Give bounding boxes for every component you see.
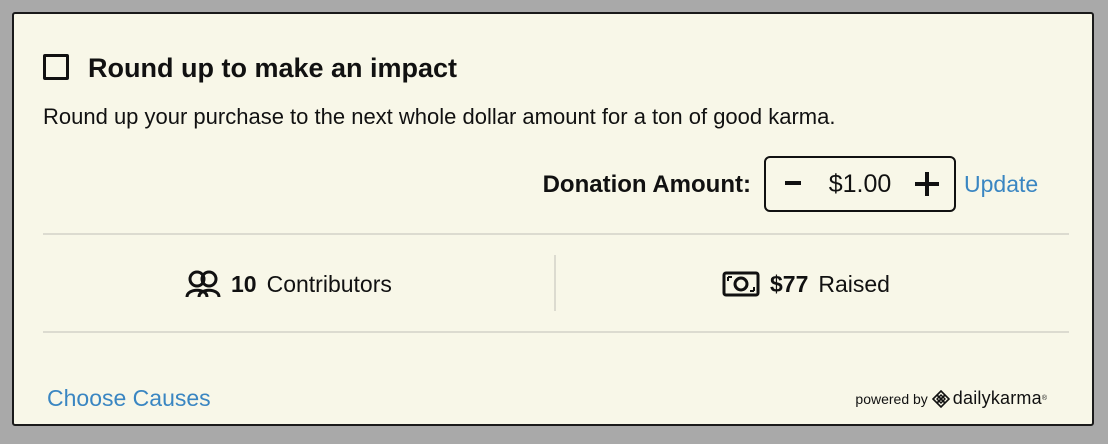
divider-vertical (554, 255, 556, 311)
dailykarma-logo-icon (931, 389, 950, 408)
powered-by-badge[interactable]: powered by dailykarma ® (855, 388, 1047, 409)
cash-icon (722, 271, 760, 297)
dailykarma-brand: dailykarma (952, 388, 1042, 408)
powered-by-text: powered by (855, 390, 928, 407)
raised-label: Raised (818, 271, 890, 297)
brand-registered-mark: ® (1041, 395, 1047, 402)
increment-button[interactable] (912, 169, 942, 199)
users-icon (185, 270, 221, 298)
update-button[interactable]: Update (964, 170, 1038, 198)
divider-top (43, 233, 1069, 235)
divider-bottom (43, 331, 1069, 333)
plus-icon (915, 172, 939, 196)
raised-amount: $77 (770, 271, 809, 297)
donation-amount-label: Donation Amount: (542, 171, 751, 198)
choose-causes-link[interactable]: Choose Causes (47, 384, 211, 412)
widget-description: Round up your purchase to the next whole… (43, 104, 836, 129)
contributors-count: 10 (231, 271, 257, 297)
donation-amount-value: $1.00 (828, 170, 892, 198)
roundup-checkbox[interactable] (43, 54, 69, 80)
raised-stat: $77 Raised (722, 269, 890, 299)
widget-title: Round up to make an impact (88, 53, 458, 83)
contributors-stat: 10 Contributors (185, 269, 392, 299)
roundup-widget: Round up to make an impact Round up your… (12, 12, 1094, 426)
donation-stepper: $1.00 (764, 156, 956, 212)
contributors-label: Contributors (266, 271, 392, 297)
decrement-button[interactable] (778, 169, 808, 199)
minus-icon (785, 181, 801, 185)
